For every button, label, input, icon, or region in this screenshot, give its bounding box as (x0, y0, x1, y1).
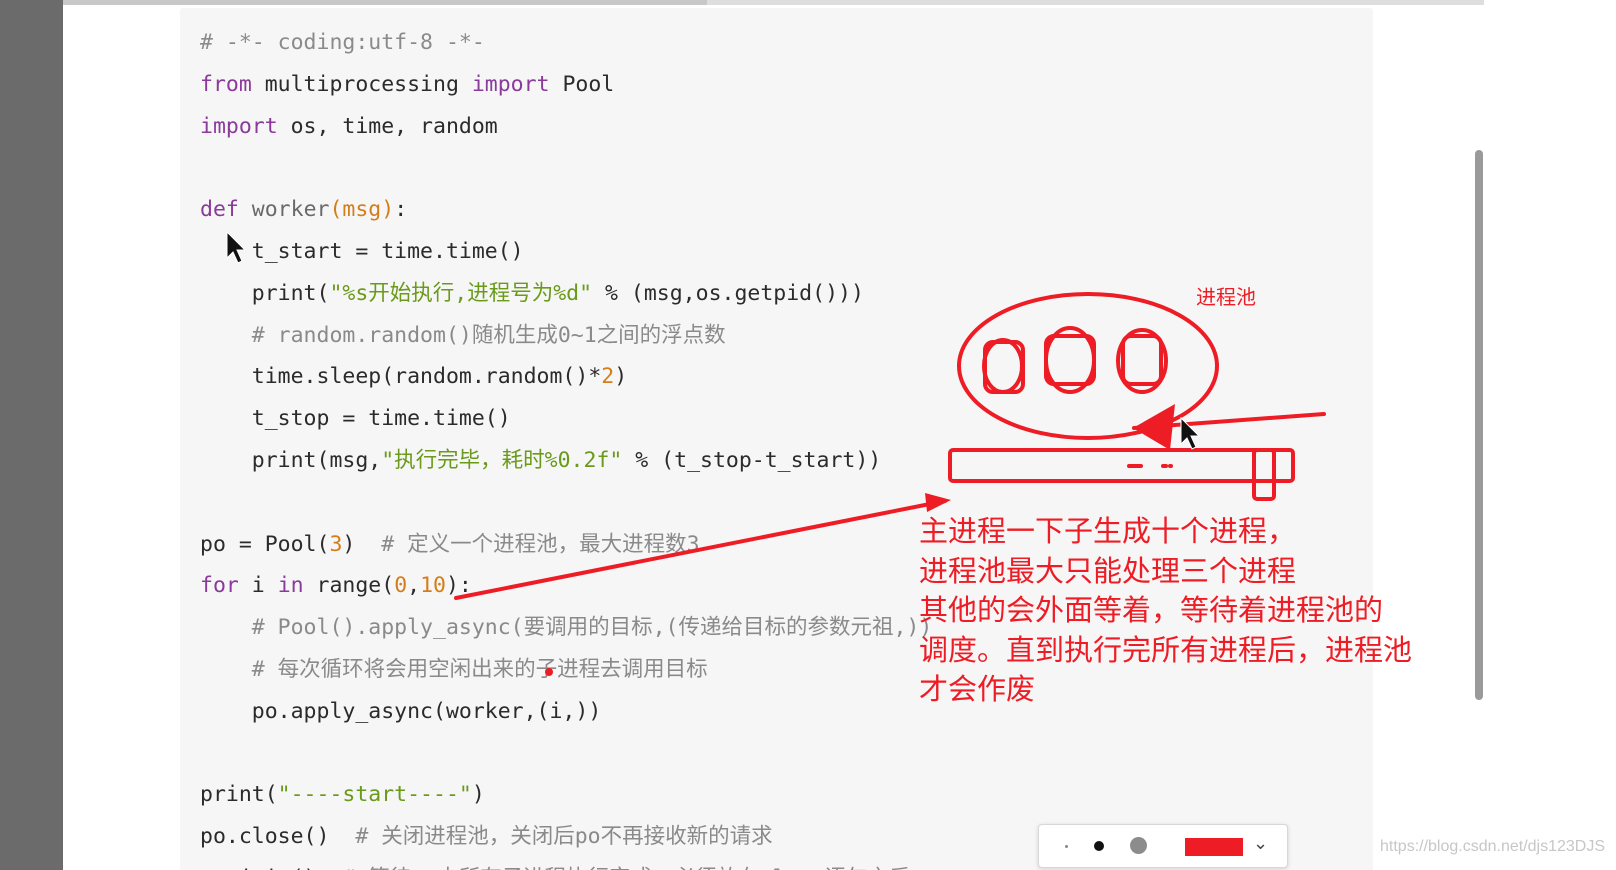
pen-toolbar: ⌄ (1038, 824, 1288, 868)
pen-size-small-button[interactable] (1065, 845, 1068, 848)
pen-color-swatch[interactable] (1185, 838, 1243, 856)
ink-annotation-layer (226, 230, 1326, 676)
process-blob-1-outline (982, 338, 1024, 394)
process-blob-2 (1044, 334, 1096, 386)
tray-slot (1252, 448, 1276, 501)
pool-ellipse (957, 292, 1219, 440)
note-line: 主进程一下子生成十个进程， (919, 514, 1297, 548)
pen-size-large-button[interactable] (1130, 837, 1147, 854)
watermark: https://blog.csdn.net/djs123DJS (1380, 838, 1606, 855)
annotation-note: 主进程一下子生成十个进程， 进程池最大只能处理三个进程 其他的会外面等着，等待着… (919, 512, 1479, 710)
mouse-cursor-icon (226, 230, 247, 264)
note-line: 进程池最大只能处理三个进程 (919, 553, 1297, 588)
note-line: 调度。直到执行完所有进程后，进程池 (919, 632, 1413, 667)
process-blob-3 (1121, 334, 1163, 386)
long-arrow-shaft (454, 499, 947, 600)
arrow-into-pool-head (1133, 404, 1175, 450)
pool-label: 进程池 (1196, 285, 1256, 309)
tray-rectangle (948, 448, 1295, 483)
long-arrow-head (925, 493, 951, 512)
red-dot-marker (545, 668, 553, 676)
note-line: 才会作废 (919, 672, 1036, 706)
chevron-down-icon[interactable]: ⌄ (1253, 833, 1268, 854)
note-line: 其他的会外面等着，等待着进程池的 (919, 593, 1384, 627)
pen-size-medium-button[interactable] (1094, 841, 1104, 851)
